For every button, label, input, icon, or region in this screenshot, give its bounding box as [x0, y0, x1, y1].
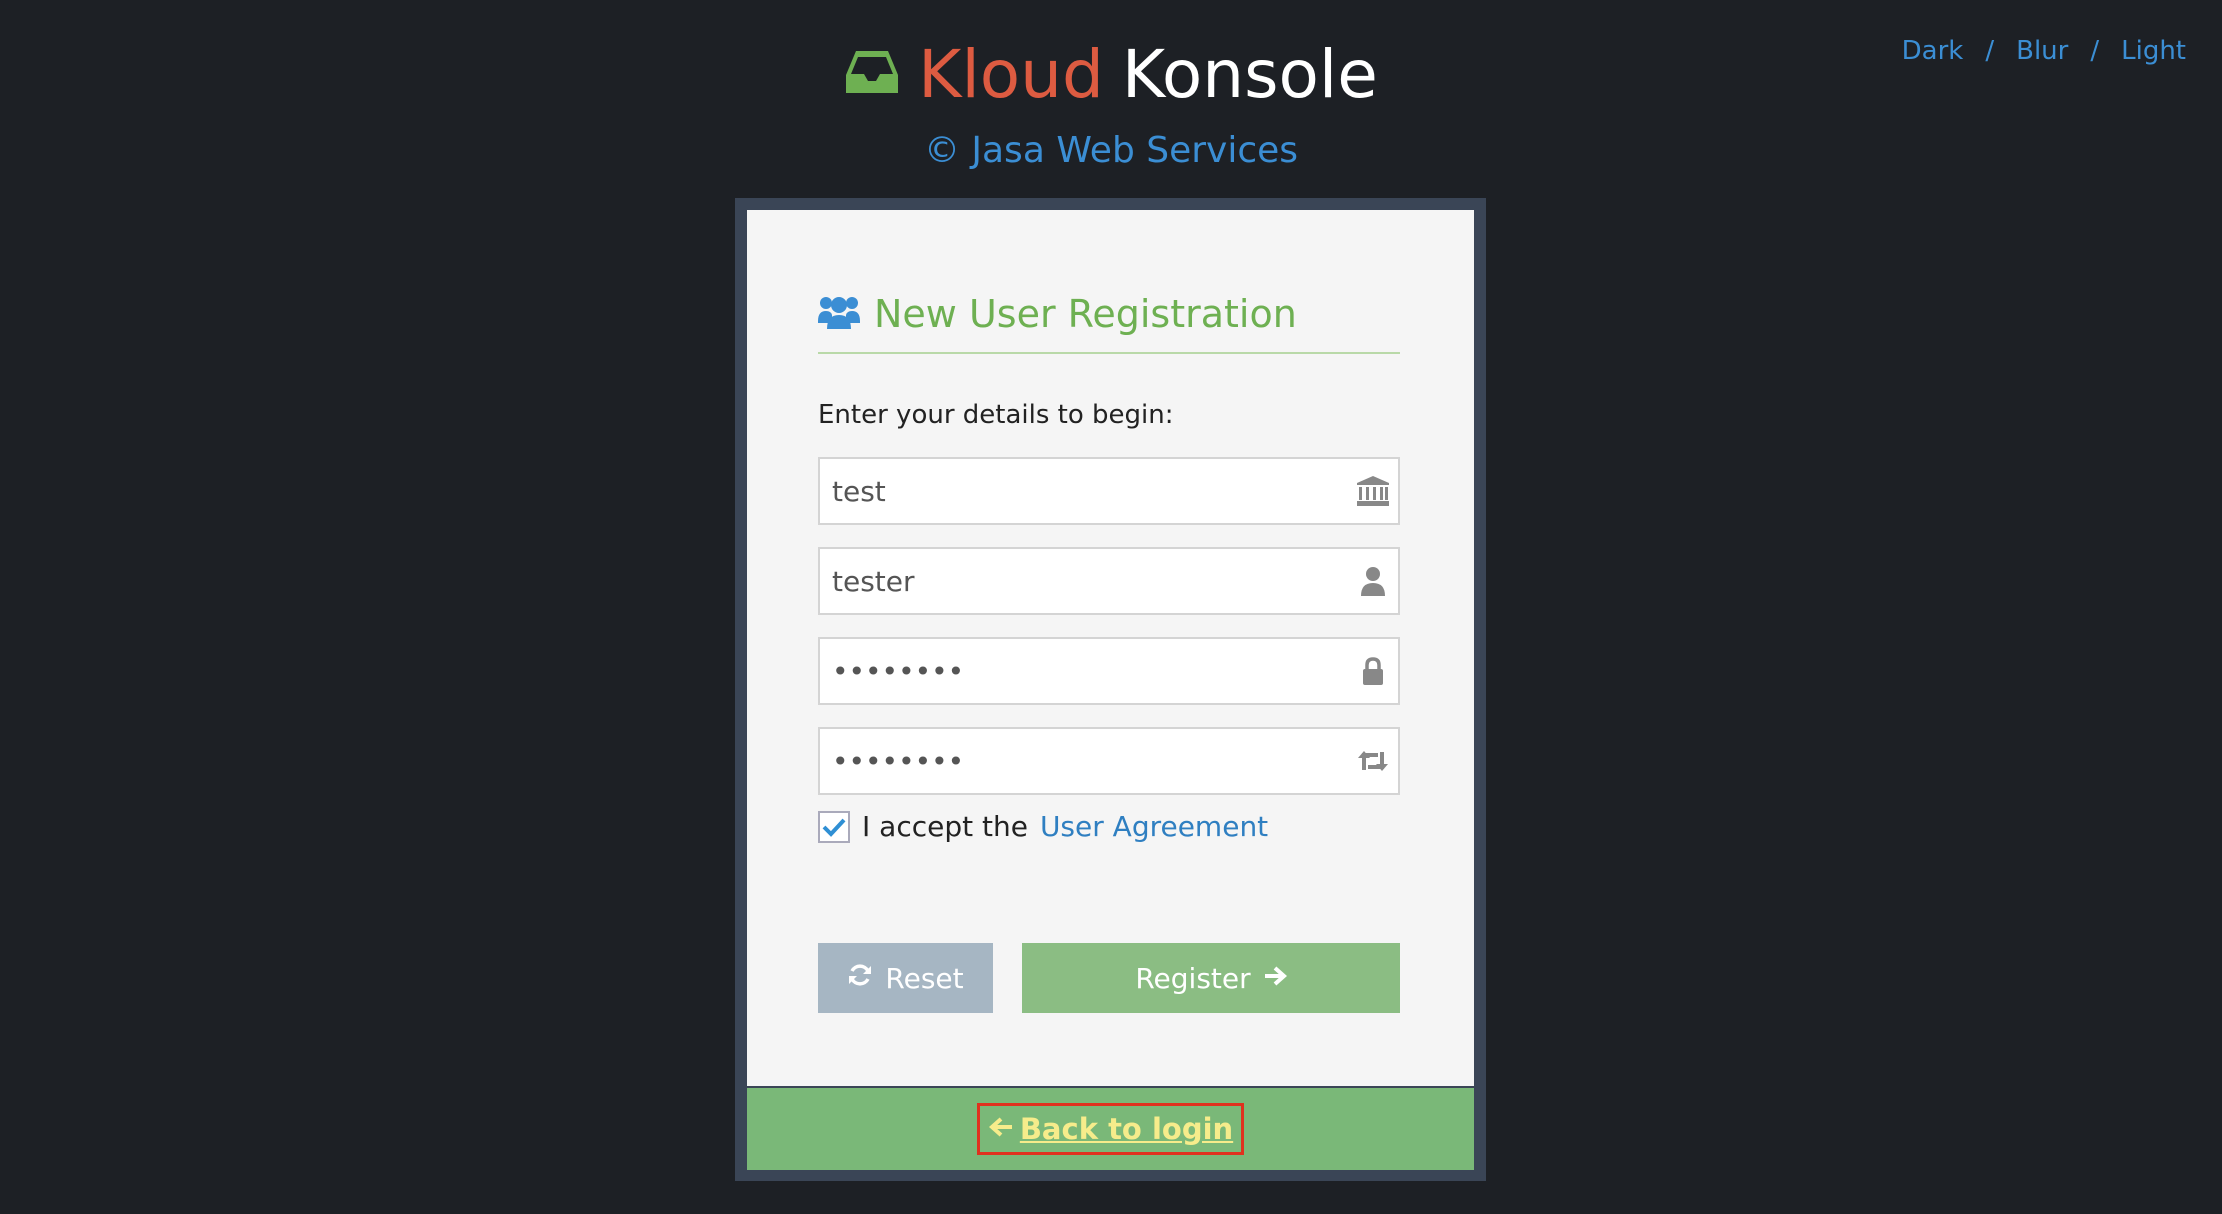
register-label: Register [1135, 961, 1251, 995]
arrow-right-icon [1263, 962, 1287, 995]
brand-header: Kloud Konsole © Jasa Web Services [0, 30, 2222, 171]
accept-agreement: I accept the User Agreement [818, 810, 1268, 843]
password-input[interactable] [820, 639, 1348, 703]
user-agreement-link[interactable]: User Agreement [1040, 810, 1268, 843]
confirm-password-input[interactable] [820, 729, 1348, 793]
reset-button[interactable]: Reset [818, 943, 993, 1013]
back-to-login-link[interactable]: Back to login [976, 1103, 1245, 1155]
users-icon [818, 293, 860, 335]
password-field [818, 637, 1400, 705]
bank-icon [1348, 459, 1398, 523]
panel-footer: Back to login [747, 1088, 1474, 1170]
username-input[interactable] [820, 549, 1348, 613]
refresh-icon [847, 962, 873, 995]
accept-checkbox[interactable] [818, 810, 850, 843]
inbox-icon [844, 30, 900, 120]
back-to-login-label: Back to login [1019, 1112, 1234, 1146]
account-field [818, 457, 1400, 525]
registration-title: New User Registration [874, 292, 1297, 336]
account-input[interactable] [820, 459, 1348, 523]
intro-text: Enter your details to begin: [818, 400, 1174, 430]
reset-label: Reset [885, 961, 964, 995]
brand-word-kloud: Kloud [918, 36, 1104, 113]
username-field [818, 547, 1400, 615]
lock-icon [1348, 639, 1398, 703]
user-icon [1348, 549, 1398, 613]
registration-panel: New User Registration Enter your details… [747, 210, 1474, 1086]
confirm-password-field [818, 727, 1400, 795]
arrow-left-icon [988, 1112, 1014, 1146]
registration-frame: New User Registration Enter your details… [735, 198, 1486, 1181]
register-button[interactable]: Register [1022, 943, 1400, 1013]
check-icon [822, 818, 846, 837]
brand-title: Kloud Konsole [844, 30, 1378, 120]
accept-label: I accept the [862, 810, 1028, 843]
brand-subtitle: © Jasa Web Services [923, 130, 1299, 171]
registration-header: New User Registration [818, 292, 1400, 354]
brand-word-konsole: Konsole [1121, 36, 1378, 113]
retweet-icon [1348, 729, 1398, 793]
